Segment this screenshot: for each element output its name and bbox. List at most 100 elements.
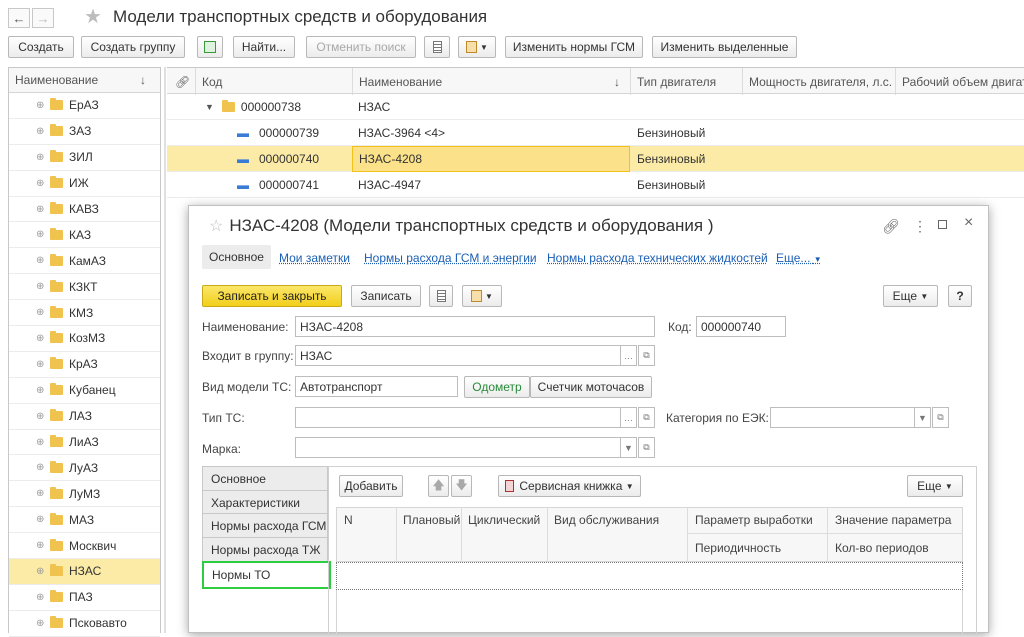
expand-icon[interactable]: ⊕ bbox=[36, 281, 50, 292]
open-icon[interactable]: ⧉ bbox=[638, 407, 655, 428]
dropdown-arrow-icon[interactable]: ▼ bbox=[914, 407, 931, 428]
tree-item[interactable]: ⊕ ЛиАЗ bbox=[9, 430, 160, 456]
save-button[interactable]: Записать bbox=[351, 285, 421, 307]
column-engine-volume[interactable]: Рабочий объем двигателя bbox=[895, 68, 1024, 95]
expand-icon[interactable]: ⊕ bbox=[36, 488, 50, 499]
expand-icon[interactable]: ⊕ bbox=[36, 592, 50, 603]
col-n[interactable]: N bbox=[344, 513, 353, 527]
table-row[interactable]: ▬ 000000740 НЗАС-4208 Бензиновый bbox=[167, 146, 1024, 172]
expand-icon[interactable]: ⊕ bbox=[36, 255, 50, 266]
tree-item[interactable]: ⊕ КАЗ bbox=[9, 222, 160, 249]
expand-icon[interactable]: ⊕ bbox=[36, 411, 50, 422]
help-button[interactable]: ? bbox=[948, 285, 972, 307]
hierarchy-button[interactable] bbox=[197, 36, 223, 58]
tab-main[interactable]: Основное bbox=[202, 245, 271, 269]
col-periods[interactable]: Кол-во периодов bbox=[835, 541, 929, 555]
maximize-icon[interactable] bbox=[938, 220, 947, 229]
open-icon[interactable]: ⧉ bbox=[638, 437, 655, 458]
back-button[interactable]: ← bbox=[8, 8, 30, 28]
attachment-column[interactable]: 🔗︎ bbox=[167, 68, 195, 95]
report-dropdown-button[interactable]: ▼ bbox=[458, 36, 496, 58]
save-and-close-button[interactable]: Записать и закрыть bbox=[202, 285, 342, 307]
forward-button[interactable]: → bbox=[32, 8, 54, 28]
select-ellipsis-button[interactable]: … bbox=[620, 345, 637, 366]
move-up-button[interactable]: 🡅︎ bbox=[428, 475, 449, 497]
list-settings-button[interactable] bbox=[424, 36, 450, 58]
tree-item[interactable]: ⊕ КрАЗ bbox=[9, 352, 160, 378]
column-code[interactable]: Код bbox=[195, 68, 352, 95]
tree-item[interactable]: ⊕ ЗИЛ bbox=[9, 145, 160, 171]
expand-icon[interactable]: ⊕ bbox=[36, 566, 50, 577]
col-planned[interactable]: Плановый bbox=[403, 513, 460, 527]
tree-item[interactable]: ⊕ МАЗ bbox=[9, 507, 160, 534]
expand-icon[interactable]: ⊕ bbox=[36, 126, 50, 137]
expand-icon[interactable]: ⊕ bbox=[36, 618, 50, 629]
tree-item[interactable]: ⊕ Кубанец bbox=[9, 378, 160, 404]
link-icon[interactable]: 🔗︎ bbox=[882, 218, 900, 235]
more-menu-icon[interactable]: ⋮ bbox=[913, 218, 927, 235]
brand-input[interactable] bbox=[295, 437, 621, 458]
tree-item[interactable]: ⊕ ЗАЗ bbox=[9, 119, 160, 145]
service-book-button[interactable]: Сервисная книжка ▼ bbox=[498, 475, 641, 497]
tab-fluid-norms[interactable]: Нормы расхода технических жидкостей bbox=[547, 251, 768, 265]
code-input[interactable]: 000000740 bbox=[696, 316, 786, 337]
splitter[interactable] bbox=[164, 67, 166, 633]
add-button[interactable]: Добавить bbox=[339, 475, 403, 497]
tree-item[interactable]: ⊕ Москвич bbox=[9, 533, 160, 560]
tab-more[interactable]: Еще... ▼ bbox=[776, 251, 822, 265]
tree-item[interactable]: ⊕ ЛуАЗ bbox=[9, 455, 160, 482]
col-cyclic[interactable]: Циклический bbox=[468, 513, 540, 527]
column-name[interactable]: Наименование ↓ bbox=[352, 68, 630, 95]
create-group-button[interactable]: Создать группу bbox=[81, 36, 185, 58]
expand-icon[interactable]: ⊕ bbox=[36, 514, 50, 525]
collapse-arrow-icon[interactable]: ▼ bbox=[205, 102, 214, 112]
tree-item[interactable]: ⊕ ЛАЗ bbox=[9, 404, 160, 430]
tree-item[interactable]: ⊕ НЗАС bbox=[9, 559, 160, 585]
expand-icon[interactable]: ⊕ bbox=[36, 152, 50, 163]
table-empty-row[interactable] bbox=[336, 562, 963, 590]
open-icon[interactable]: ⧉ bbox=[932, 407, 949, 428]
find-button[interactable]: Найти... bbox=[233, 36, 295, 58]
col-param[interactable]: Параметр выработки bbox=[695, 513, 813, 527]
expand-icon[interactable]: ⊕ bbox=[36, 359, 50, 370]
expand-icon[interactable]: ⊕ bbox=[36, 307, 50, 318]
expand-icon[interactable]: ⊕ bbox=[36, 385, 50, 396]
dropdown-arrow-icon[interactable]: ▼ bbox=[620, 437, 637, 458]
tree-item[interactable]: ⊕ КозМЗ bbox=[9, 326, 160, 352]
name-input[interactable]: НЗАС-4208 bbox=[295, 316, 655, 337]
group-input[interactable]: НЗАС bbox=[295, 345, 621, 366]
motohours-toggle[interactable]: Счетчик моточасов bbox=[530, 376, 652, 398]
expand-icon[interactable]: ⊕ bbox=[36, 178, 50, 189]
tree-item[interactable]: ⊕ ЕрАЗ bbox=[9, 93, 160, 119]
table-more-button[interactable]: Еще ▼ bbox=[907, 475, 963, 497]
col-service-kind[interactable]: Вид обслуживания bbox=[554, 513, 659, 527]
side-tab-characteristics[interactable]: Характеристики bbox=[202, 490, 328, 515]
side-tab-fuel-norms[interactable]: Нормы расхода ГСМ bbox=[202, 513, 328, 538]
select-ellipsis-button[interactable]: … bbox=[620, 407, 637, 428]
expand-icon[interactable]: ⊕ bbox=[36, 204, 50, 215]
tree-item[interactable]: ⊕ ИЖ bbox=[9, 171, 160, 197]
model-kind-input[interactable]: Автотранспорт bbox=[295, 376, 458, 397]
favorite-star-icon[interactable]: ★ bbox=[84, 4, 102, 29]
table-row[interactable]: ▬ 000000739 НЗАС-3964 <4> Бензиновый bbox=[167, 120, 1024, 146]
table-row[interactable]: ▬ 000000741 НЗАС-4947 Бензиновый bbox=[167, 172, 1024, 198]
tab-my-notes[interactable]: Мои заметки bbox=[279, 251, 350, 265]
side-tab-maintenance-norms[interactable]: Нормы ТО bbox=[202, 561, 331, 589]
close-icon[interactable]: × bbox=[964, 214, 973, 232]
favorite-star-icon[interactable]: ☆ bbox=[209, 218, 223, 235]
expand-icon[interactable]: ⊕ bbox=[36, 462, 50, 473]
tree-item[interactable]: ⊕ КМЗ bbox=[9, 300, 160, 327]
column-engine-type[interactable]: Тип двигателя bbox=[630, 68, 742, 95]
change-fuel-norms-button[interactable]: Изменить нормы ГСМ bbox=[505, 36, 643, 58]
expand-icon[interactable]: ⊕ bbox=[36, 100, 50, 111]
tab-fuel-norms[interactable]: Нормы расхода ГСМ и энергии bbox=[364, 251, 537, 265]
move-down-button[interactable]: 🡇︎ bbox=[451, 475, 472, 497]
change-selected-button[interactable]: Изменить выделенные bbox=[652, 36, 797, 58]
odometer-toggle[interactable]: Одометр bbox=[464, 376, 530, 398]
vehicle-type-input[interactable] bbox=[295, 407, 621, 428]
side-tab-main[interactable]: Основное bbox=[202, 466, 328, 491]
tree-item[interactable]: ⊕ ЛуМЗ bbox=[9, 481, 160, 508]
create-button[interactable]: Создать bbox=[8, 36, 74, 58]
tree-item[interactable]: ⊕ КАВЗ bbox=[9, 197, 160, 223]
tree-item[interactable]: ⊕ ПАЗ bbox=[9, 585, 160, 611]
